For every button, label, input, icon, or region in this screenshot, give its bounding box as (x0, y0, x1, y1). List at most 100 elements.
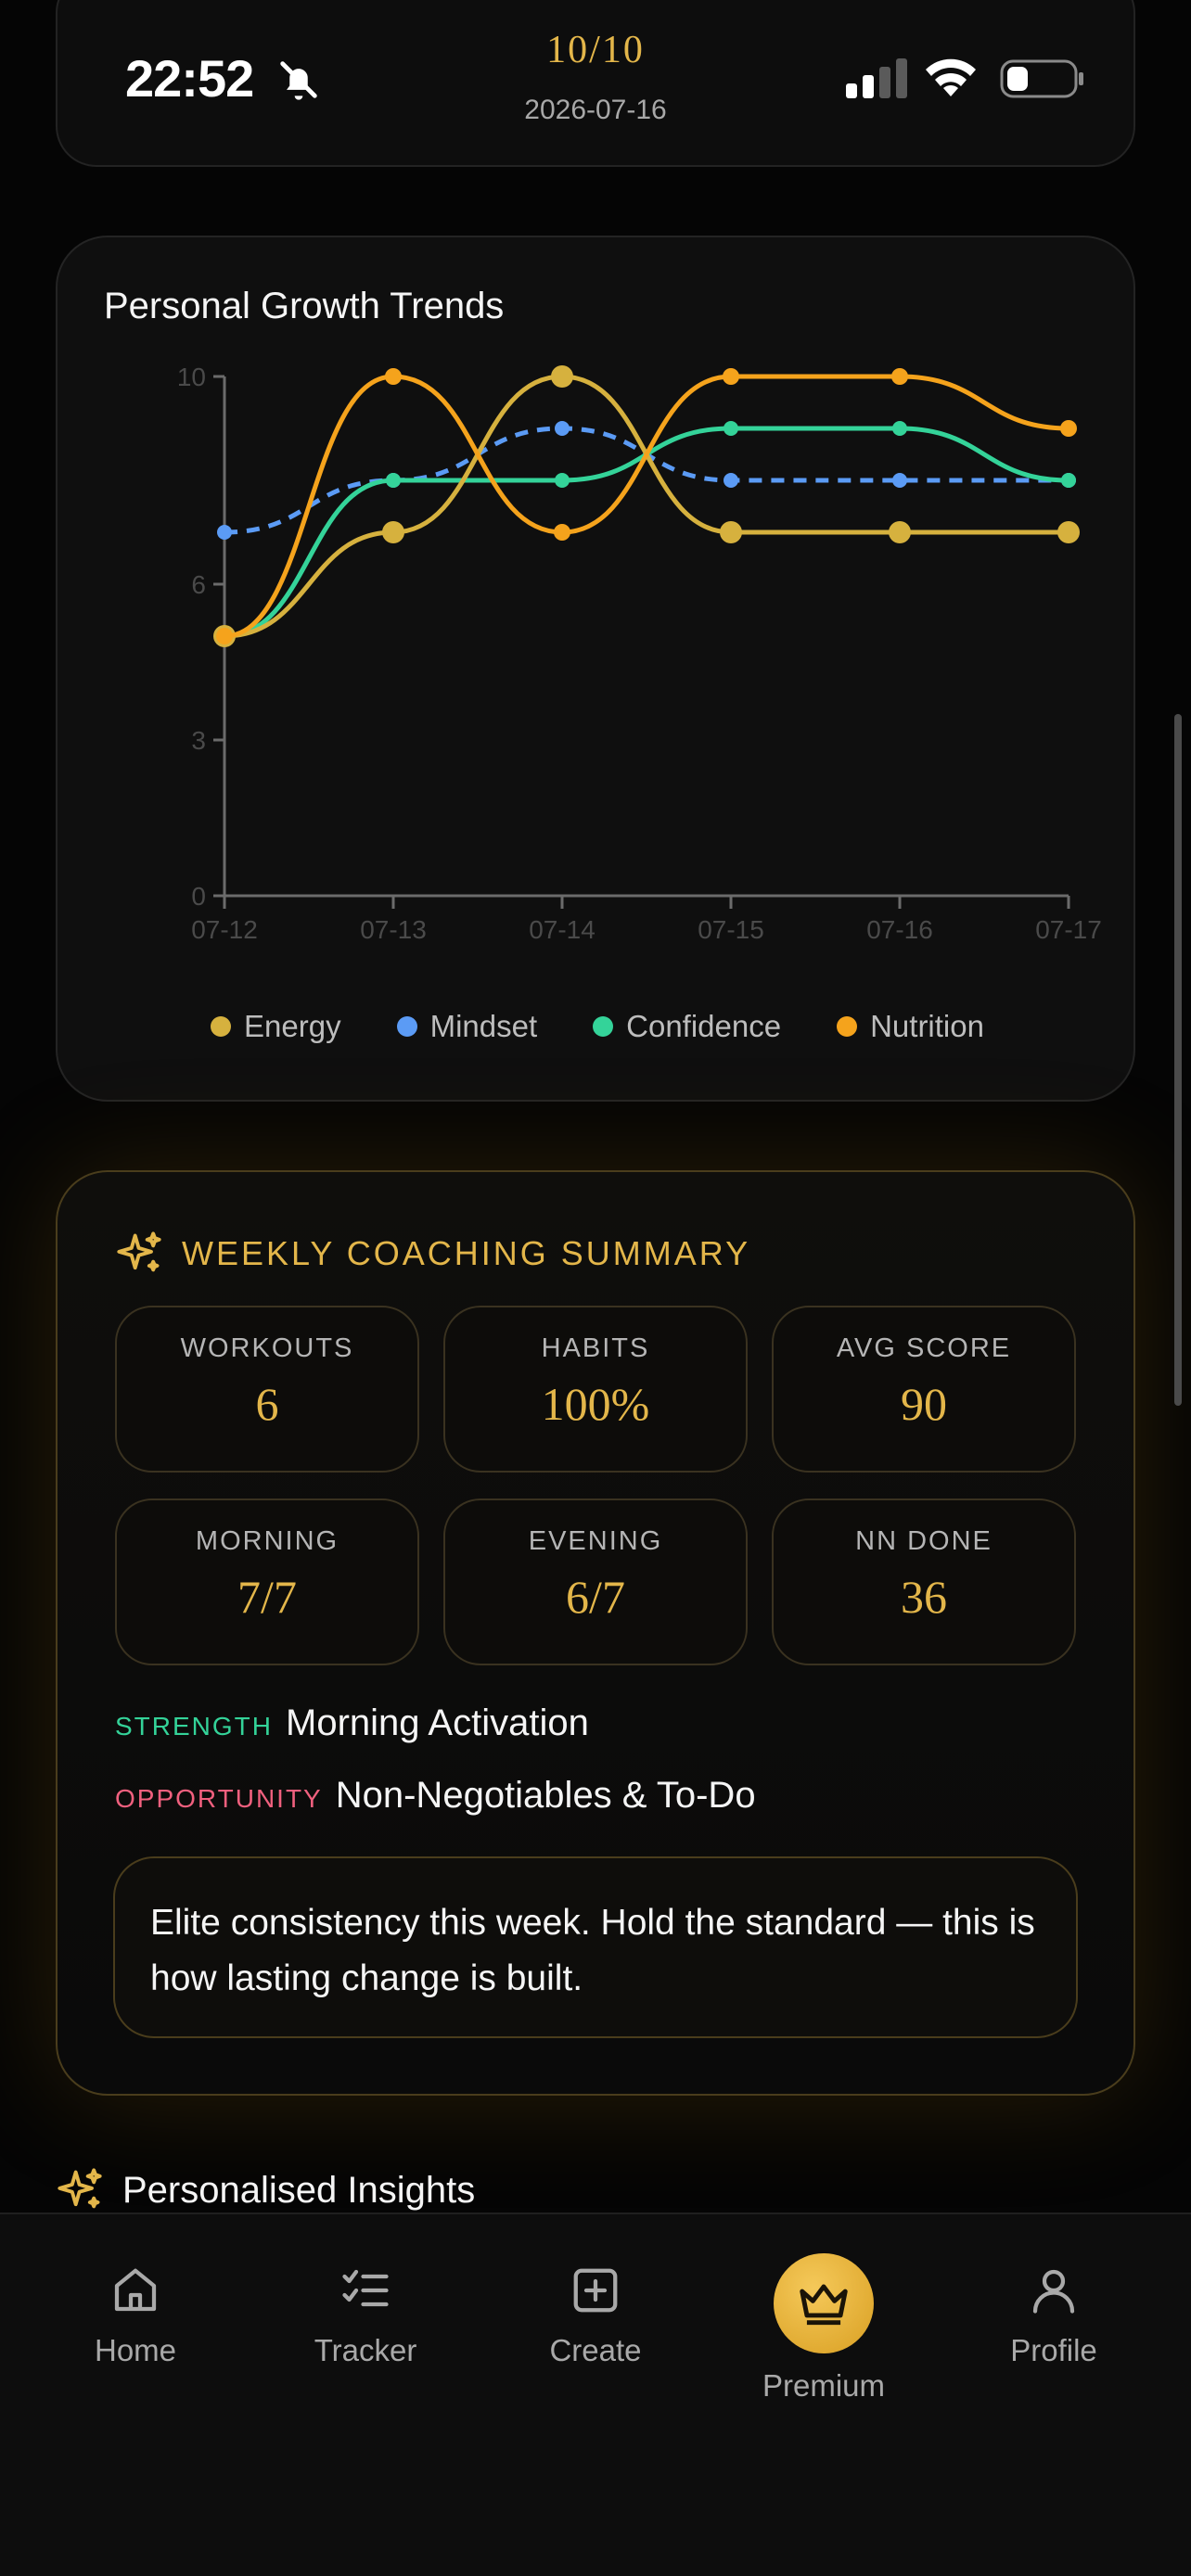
opportunity-text: Non-Negotiables & To-Do (335, 1775, 756, 1816)
data-point-energy (889, 521, 911, 543)
data-point-mindset (217, 525, 232, 540)
nav-label: Create (549, 2333, 642, 2367)
x-tick-label: 07-14 (529, 915, 596, 944)
legend-item-mindset: Mindset (396, 1009, 538, 1044)
data-point-nutrition (1060, 420, 1077, 437)
cellular-signal-icon (846, 58, 907, 98)
stat-value: 6/7 (566, 1571, 625, 1623)
x-tick-label: 07-17 (1035, 915, 1102, 944)
stat-habits: HABITS 100% (443, 1306, 748, 1473)
person-icon (1032, 2269, 1075, 2314)
stat-label: AVG SCORE (836, 1333, 1012, 1363)
stat-grid: WORKOUTS 6 HABITS 100% AVG SCORE 90 MORN… (115, 1306, 1080, 1665)
y-tick-label: 3 (191, 726, 206, 755)
stat-label: HABITS (541, 1333, 650, 1363)
stat-value: 7/7 (237, 1571, 297, 1623)
stat-value: 36 (901, 1571, 947, 1623)
series-line-nutrition (224, 374, 1069, 639)
data-point-nutrition (216, 628, 233, 644)
data-point-mindset (724, 473, 738, 488)
crown-icon (800, 2284, 848, 2326)
stat-label: WORKOUTS (180, 1333, 354, 1363)
stat-value: 90 (901, 1378, 947, 1430)
stat-label: EVENING (528, 1526, 663, 1556)
stat-label: NN DONE (855, 1526, 992, 1556)
legend-dot (396, 1016, 417, 1037)
nav-create[interactable]: Create (503, 2263, 688, 2368)
premium-badge (774, 2253, 874, 2353)
y-tick-label: 0 (191, 882, 206, 911)
growth-trends-card: Personal Growth Trends 0 3 6 10 07-12 07-13 07… (56, 236, 1135, 1102)
data-point-energy (720, 521, 742, 543)
legend-item-confidence: Confidence (593, 1009, 781, 1044)
series-line-mindset (224, 426, 1069, 535)
data-point-energy (551, 365, 573, 388)
strength-text: Morning Activation (286, 1702, 589, 1743)
nav-label: Home (94, 2333, 177, 2367)
data-point-nutrition (723, 368, 739, 385)
x-tick-label: 07-16 (866, 915, 933, 944)
insights-title: Personalised Insights (122, 2169, 476, 2211)
sparkle-icon (58, 2168, 102, 2209)
stat-value: 6 (255, 1378, 279, 1430)
nav-profile[interactable]: Profile (961, 2263, 1146, 2368)
x-tick-label: 07-12 (191, 915, 258, 944)
legend-dot (211, 1016, 232, 1037)
strength-line: STRENGTH Morning Activation (115, 1702, 589, 1744)
data-point-mindset (555, 421, 570, 436)
sparkle-icon (117, 1231, 161, 1272)
legend-dot (837, 1016, 858, 1037)
stat-evening: EVENING 6/7 (443, 1498, 748, 1665)
stat-value: 100% (541, 1378, 650, 1430)
data-point-mindset (892, 473, 907, 488)
legend-label: Mindset (429, 1009, 538, 1043)
nav-home[interactable]: Home (43, 2263, 228, 2368)
nav-tracker[interactable]: Tracker (273, 2263, 458, 2368)
data-point-nutrition (891, 368, 908, 385)
scrollbar[interactable] (1174, 714, 1182, 1406)
wifi-icon (926, 58, 976, 96)
growth-trends-chart: 0 3 6 10 07-12 07-13 07-14 07-15 07-16 07-17 (177, 363, 1102, 944)
stat-label: MORNING (195, 1526, 339, 1556)
data-point-nutrition (554, 524, 570, 541)
data-point-energy (382, 521, 404, 543)
data-point-energy (1057, 521, 1080, 543)
legend-label: Energy (244, 1009, 341, 1043)
home-icon (114, 2268, 157, 2312)
x-tick-label: 07-13 (360, 915, 427, 944)
legend-dot (593, 1016, 614, 1037)
plus-square-icon (573, 2268, 618, 2313)
x-tick-label: 07-15 (698, 915, 764, 944)
stat-avg-score: AVG SCORE 90 (772, 1306, 1076, 1473)
legend-item-energy: Energy (211, 1009, 341, 1044)
stat-workouts: WORKOUTS 6 (115, 1306, 419, 1473)
summary-header: WEEKLY COACHING SUMMARY (115, 1230, 750, 1278)
opportunity-tag: OPPORTUNITY (115, 1784, 323, 1813)
legend-item-nutrition: Nutrition (837, 1009, 984, 1044)
nav-label: Premium (762, 2368, 886, 2403)
nav-label: Tracker (314, 2333, 417, 2367)
data-point-confidence (1061, 473, 1076, 488)
insights-header: Personalised Insights (56, 2166, 475, 2214)
coaching-note: Elite consistency this week. Hold the st… (113, 1856, 1078, 2038)
battery-icon (1000, 59, 1083, 98)
nav-label: Profile (1010, 2333, 1097, 2367)
opportunity-line: OPPORTUNITY Non-Negotiables & To-Do (115, 1775, 756, 1817)
stat-nn-done: NN DONE 36 (772, 1498, 1076, 1665)
legend-label: Nutrition (870, 1009, 984, 1043)
y-tick-label: 10 (177, 363, 206, 391)
series-line-energy (224, 374, 1069, 639)
data-point-nutrition (385, 368, 402, 385)
legend-label: Confidence (626, 1009, 782, 1043)
summary-title: WEEKLY COACHING SUMMARY (182, 1234, 751, 1272)
data-point-confidence (724, 421, 738, 436)
strength-tag: STRENGTH (115, 1712, 273, 1741)
bottom-navigation: Home Tracker Create Premium Profile (0, 2213, 1191, 2576)
chart-legend: Energy Mindset Confidence Nutrition (58, 1009, 1137, 1044)
data-point-confidence (892, 421, 907, 436)
data-point-confidence (386, 473, 401, 488)
checklist-icon (342, 2269, 389, 2307)
nav-premium[interactable]: Premium (731, 2253, 916, 2404)
data-point-confidence (555, 473, 570, 488)
y-tick-label: 6 (191, 570, 206, 599)
